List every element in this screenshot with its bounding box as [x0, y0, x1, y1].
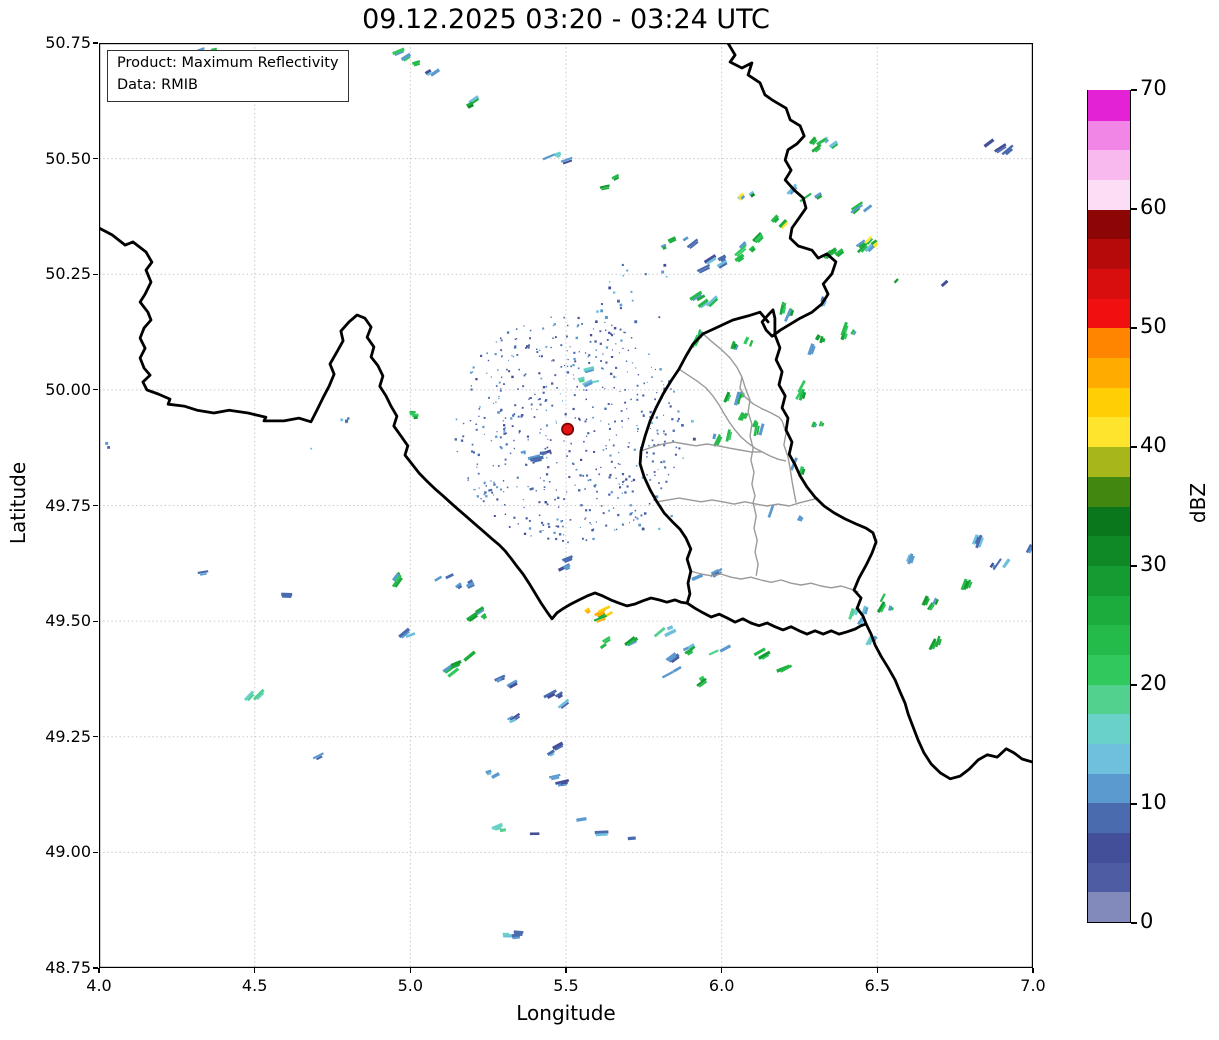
- y-tick-label: 49.00: [29, 842, 91, 861]
- colorbar-segment: [1088, 861, 1130, 892]
- colorbar-tick-label: 40: [1140, 433, 1167, 457]
- product-info-box: Product: Maximum Reflectivity Data: RMIB: [107, 50, 349, 102]
- country-border: [99, 228, 687, 619]
- colorbar-segment: [1088, 535, 1130, 566]
- region-border: [641, 442, 762, 452]
- x-tick-mark: [877, 968, 878, 973]
- country-border: [640, 312, 768, 603]
- colorbar: [1087, 90, 1131, 923]
- colorbar-segment: [1088, 505, 1130, 536]
- colorbar-tick-mark: [1131, 89, 1137, 90]
- colorbar-segment: [1088, 565, 1130, 596]
- colorbar-segment: [1088, 772, 1130, 803]
- y-tick-label: 49.50: [29, 611, 91, 630]
- colorbar-segment: [1088, 802, 1130, 833]
- colorbar-segment: [1088, 713, 1130, 744]
- y-tick-mark: [93, 967, 98, 968]
- y-tick-mark: [93, 274, 98, 275]
- region-border: [753, 503, 758, 576]
- data-source-line: Data: RMIB: [117, 75, 339, 97]
- colorbar-segment: [1088, 268, 1130, 299]
- x-tick-mark: [721, 968, 722, 973]
- colorbar-tick-mark: [1131, 446, 1137, 447]
- y-tick-label: 49.75: [29, 496, 91, 515]
- colorbar-tick-label: 0: [1140, 909, 1153, 933]
- x-tick-mark: [410, 968, 411, 973]
- colorbar-segment: [1088, 891, 1130, 922]
- product-info-line: Product: Maximum Reflectivity: [117, 53, 339, 75]
- map-plot-area: [99, 43, 1033, 968]
- colorbar-tick-label: 70: [1140, 76, 1167, 100]
- country-border: [687, 603, 866, 634]
- y-axis-label: Latitude: [6, 443, 30, 563]
- x-tick-mark: [254, 968, 255, 973]
- colorbar-tick-label: 50: [1140, 314, 1167, 338]
- colorbar-segment: [1088, 743, 1130, 774]
- colorbar-tick-label: 20: [1140, 671, 1167, 695]
- y-tick-label: 49.25: [29, 727, 91, 746]
- y-tick-mark: [93, 158, 98, 159]
- colorbar-segment: [1088, 119, 1130, 150]
- y-tick-label: 50.50: [29, 149, 91, 168]
- colorbar-segment: [1088, 654, 1130, 685]
- y-tick-mark: [93, 736, 98, 737]
- colorbar-segment: [1088, 446, 1130, 477]
- x-tick-mark: [1032, 968, 1033, 973]
- country-border: [728, 43, 1033, 779]
- colorbar-tick-mark: [1131, 208, 1137, 209]
- radar-site-marker: [562, 424, 573, 435]
- y-tick-mark: [93, 852, 98, 853]
- colorbar-segment: [1088, 327, 1130, 358]
- colorbar-segment: [1088, 179, 1130, 210]
- y-tick-label: 50.75: [29, 33, 91, 52]
- x-tick-label: 5.5: [541, 976, 591, 995]
- x-tick-label: 4.5: [230, 976, 280, 995]
- y-tick-label: 50.25: [29, 264, 91, 283]
- x-tick-label: 6.5: [852, 976, 902, 995]
- colorbar-tick-mark: [1131, 803, 1137, 804]
- x-tick-label: 6.0: [697, 976, 747, 995]
- x-tick-label: 7.0: [1008, 976, 1058, 995]
- colorbar-segment: [1088, 90, 1130, 121]
- colorbar-segment: [1088, 832, 1130, 863]
- colorbar-segment: [1088, 387, 1130, 418]
- x-tick-mark: [98, 968, 99, 973]
- x-axis-label: Longitude: [99, 1001, 1033, 1025]
- colorbar-segment: [1088, 149, 1130, 180]
- x-tick-mark: [565, 968, 566, 973]
- colorbar-tick-label: 60: [1140, 195, 1167, 219]
- colorbar-tick-mark: [1131, 565, 1137, 566]
- colorbar-tick-label: 10: [1140, 790, 1167, 814]
- y-tick-mark: [93, 505, 98, 506]
- colorbar-segment: [1088, 476, 1130, 507]
- colorbar-segment: [1088, 238, 1130, 269]
- x-tick-label: 4.0: [74, 976, 124, 995]
- colorbar-segment: [1088, 683, 1130, 714]
- colorbar-tick-label: 30: [1140, 552, 1167, 576]
- region-border: [657, 498, 818, 506]
- page-title: 09.12.2025 03:20 - 03:24 UTC: [99, 4, 1033, 35]
- y-tick-mark: [93, 621, 98, 622]
- y-tick-label: 50.00: [29, 380, 91, 399]
- y-tick-mark: [93, 389, 98, 390]
- region-border: [691, 571, 859, 592]
- y-tick-label: 48.75: [29, 958, 91, 977]
- colorbar-segment: [1088, 208, 1130, 239]
- x-tick-label: 5.0: [385, 976, 435, 995]
- colorbar-segment: [1088, 298, 1130, 329]
- radar-figure: { "meta": {"title": "09.12.2025 03:20 - …: [0, 0, 1219, 1040]
- colorbar-label: dBZ: [1186, 463, 1210, 543]
- y-tick-mark: [93, 42, 98, 43]
- colorbar-tick-mark: [1131, 684, 1137, 685]
- colorbar-segment: [1088, 357, 1130, 388]
- colorbar-tick-mark: [1131, 922, 1137, 923]
- colorbar-tick-mark: [1131, 327, 1137, 328]
- radar-map-canvas: [99, 43, 1033, 968]
- colorbar-segment: [1088, 594, 1130, 625]
- colorbar-segment: [1088, 624, 1130, 655]
- colorbar-segment: [1088, 416, 1130, 447]
- region-border: [679, 369, 786, 461]
